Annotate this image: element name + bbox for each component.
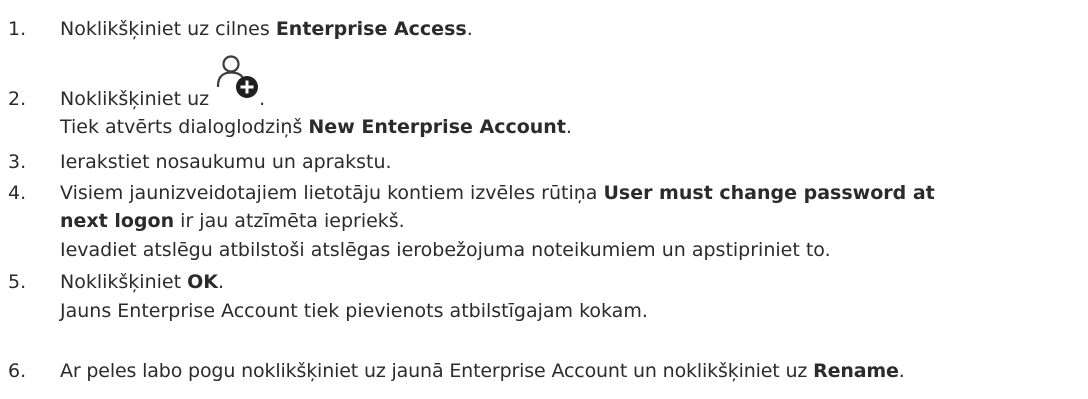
step-text: Noklikšķiniet uz	[60, 88, 210, 110]
ui-term: User must change password at	[603, 182, 935, 204]
step-number: 5.	[8, 271, 27, 293]
ui-term: New Enterprise Account	[308, 116, 566, 138]
add-user-icon	[213, 52, 263, 102]
ui-term: next logon	[60, 210, 175, 232]
step-text-cont: next logon ir jau atzīmēta iepriekš.	[60, 210, 405, 232]
step-number: 2.	[8, 88, 27, 110]
step-number: 6.	[8, 360, 27, 382]
step-text: Ierakstiet nosaukumu un aprakstu.	[60, 151, 392, 173]
step-result: Ievadiet atslēgu atbilstoši atslēgas ier…	[60, 239, 831, 261]
step-result: Tiek atvērts dialoglodziņš New Enterpris…	[60, 116, 572, 138]
step-text: Noklikšķiniet OK.	[60, 271, 225, 293]
step-text: Ar peles labo pogu noklikšķiniet uz jaun…	[60, 360, 905, 382]
step-number: 1.	[8, 18, 27, 40]
step-number: 4.	[8, 182, 27, 204]
ui-term: OK	[187, 271, 218, 293]
step-text: Visiem jaunizveidotajiem lietotāju konti…	[60, 182, 935, 204]
ui-term: Enterprise Access	[275, 18, 467, 40]
step-text: Noklikšķiniet uz cilnes Enterprise Acces…	[60, 18, 473, 40]
step-text-end: .	[259, 88, 266, 110]
step-result: Jauns Enterprise Account tiek pievienots…	[60, 300, 648, 322]
ui-term: Rename	[813, 360, 899, 382]
step-number: 3.	[8, 151, 27, 173]
